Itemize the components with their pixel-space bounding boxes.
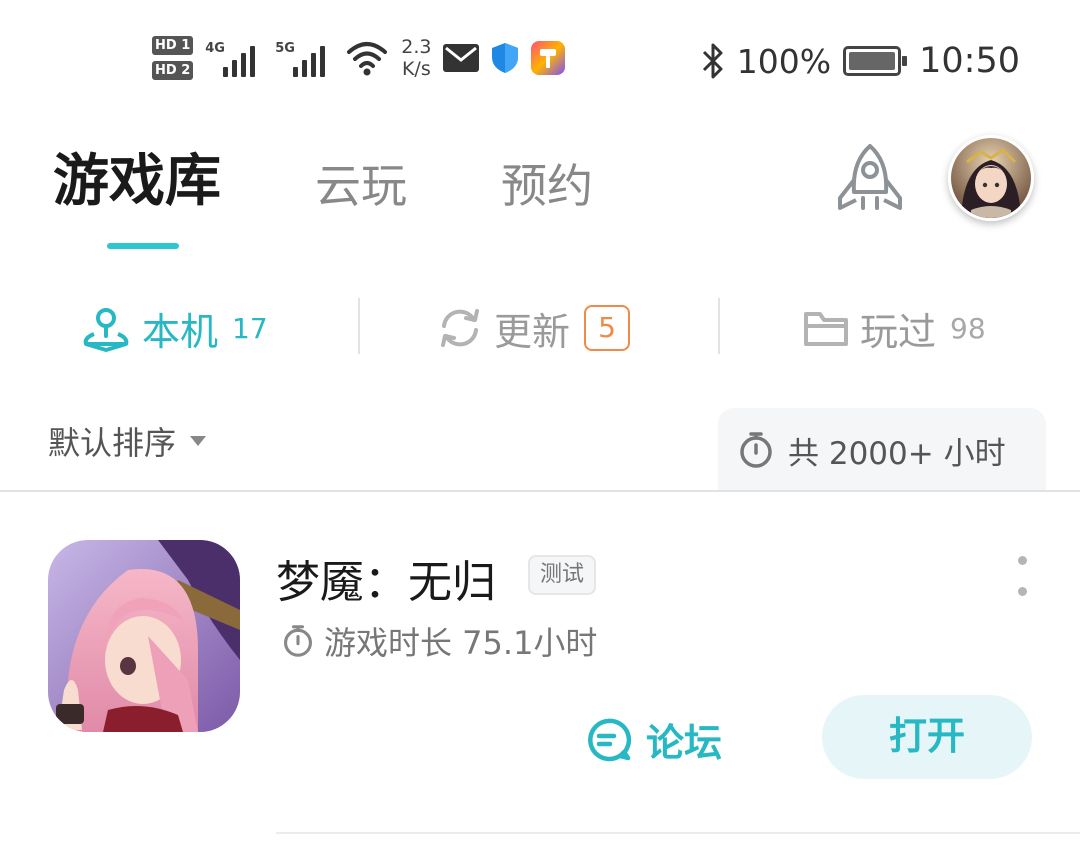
tab-reservation[interactable]: 预约 <box>501 144 593 228</box>
battery-percent: 100% <box>736 41 832 81</box>
forum-chat-icon <box>588 718 632 761</box>
divider <box>718 298 720 354</box>
timer-icon <box>740 432 772 468</box>
open-button[interactable]: 打开 <box>822 695 1032 779</box>
status-left: HD 1 HD 2 4G 5G 2.3 K/s <box>152 28 566 88</box>
app-icon <box>531 41 566 75</box>
forum-label: 论坛 <box>646 721 723 765</box>
sort-label: 默认排序 <box>48 424 177 462</box>
test-tag: 测试 <box>528 555 597 595</box>
tab-game-library[interactable]: 游戏库 <box>53 140 221 224</box>
signal-5g-icon: 5G <box>275 35 333 81</box>
subtab-played[interactable]: 玩过 98 <box>802 290 986 366</box>
list-divider <box>276 832 1080 834</box>
rocket-icon[interactable] <box>830 140 910 220</box>
wifi-icon <box>347 42 388 76</box>
game-playtime: 游戏时长 75.1小时 <box>282 618 597 664</box>
avatar[interactable] <box>948 135 1034 221</box>
subtab-played-label: 玩过 <box>860 309 937 354</box>
game-title[interactable]: 梦魇：无归 <box>276 546 496 610</box>
sort-dropdown[interactable]: 默认排序 <box>48 418 207 464</box>
subtab-played-count: 98 <box>950 311 986 345</box>
forum-button[interactable]: 论坛 <box>584 712 722 767</box>
update-count-badge: 5 <box>584 305 631 351</box>
speed-value: 2.3 <box>401 36 432 58</box>
active-tab-indicator <box>107 243 179 249</box>
hd-icon: HD 1 HD 2 <box>152 36 194 80</box>
game-icon[interactable] <box>48 540 240 732</box>
total-playtime: 共 2000+ 小时 <box>718 408 1046 492</box>
subtab-update[interactable]: 更新 5 <box>436 290 631 366</box>
caret-down-icon <box>190 436 207 446</box>
status-right: 100% 10:50 <box>701 38 1020 84</box>
hd1-label: HD 1 <box>152 36 194 55</box>
net1-label: 4G <box>205 41 225 56</box>
more-options-icon[interactable] <box>1010 556 1034 596</box>
local-device-icon <box>83 308 129 352</box>
total-playtime-text: 共 2000+ 小时 <box>788 435 1006 472</box>
game-playtime-text: 游戏时长 75.1小时 <box>324 624 598 662</box>
folder-icon <box>804 312 848 346</box>
subtab-local-label: 本机 <box>142 309 219 354</box>
section-divider <box>0 490 1080 492</box>
timer-icon <box>284 625 312 657</box>
hd2-label: HD 2 <box>152 61 194 80</box>
subtab-local[interactable]: 本机 17 <box>80 290 268 366</box>
shield-icon <box>492 43 519 73</box>
network-speed: 2.3 K/s <box>401 36 431 80</box>
sub-tabs: 本机 17 更新 5 玩过 98 <box>0 290 1080 366</box>
clock: 10:50 <box>919 41 1020 81</box>
status-bar: HD 1 HD 2 4G 5G 2.3 K/s 100% 10:50 <box>0 0 1080 110</box>
speed-unit: K/s <box>401 58 431 80</box>
subtab-local-count: 17 <box>232 311 268 345</box>
net2-label: 5G <box>275 41 295 56</box>
bluetooth-icon <box>702 43 723 79</box>
refresh-icon <box>441 309 479 347</box>
divider <box>358 298 360 354</box>
signal-4g-icon: 4G <box>205 35 263 81</box>
tab-cloud-play[interactable]: 云玩 <box>315 144 407 228</box>
battery-icon <box>843 46 908 76</box>
subtab-update-label: 更新 <box>494 309 571 354</box>
mail-icon <box>443 44 480 72</box>
